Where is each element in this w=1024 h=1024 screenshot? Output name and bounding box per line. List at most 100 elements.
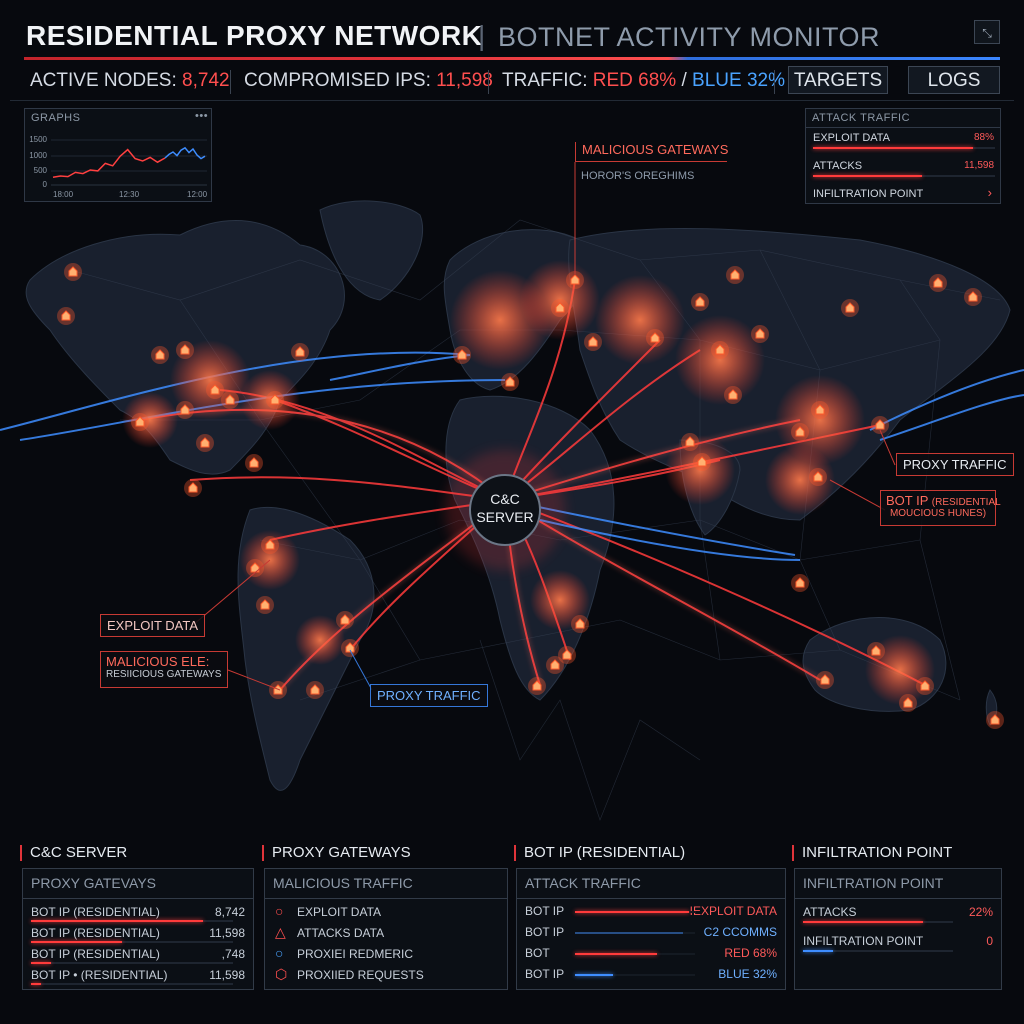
stat-divider: [230, 70, 231, 94]
attack-row-label: EXPLOIT DATA: [813, 132, 891, 144]
title-separator: |: [478, 20, 486, 51]
graph-red-series: [52, 148, 166, 178]
panel-divider: [23, 898, 253, 899]
panel-subheading: INFILTRATION POINT: [803, 875, 944, 891]
graph-y-tick: 1000: [29, 151, 47, 160]
panel-subheading: MALICIOUS TRAFFIC: [273, 875, 413, 891]
legend-marker-icon: △: [275, 924, 286, 940]
section-accent: [20, 845, 22, 861]
bot-ip-callout-line1: BOT IP (RESIDENTIAL: [886, 493, 1001, 508]
cc-server-heading: C&C SERVER: [30, 844, 128, 861]
proxy-gateways-heading: PROXY GATEWAYS: [272, 844, 411, 861]
bot-ip-row-value: 11,598: [209, 926, 245, 940]
traffic-slash: /: [681, 70, 687, 91]
page-subtitle: BOTNET ACTIVITY MONITOR: [498, 22, 881, 52]
bot-ip-row-fill: [31, 983, 42, 985]
proxy-traffic-label-right: PROXY TRAFFIC: [896, 453, 1014, 476]
active-nodes-value: 8,742: [182, 70, 230, 91]
section-accent: [792, 845, 794, 861]
section-accent: [514, 845, 516, 861]
malicious-traffic-panel: MALICIOUS TRAFFIC ○ EXPLOIT DATA △ ATTACKS …: [264, 868, 508, 990]
infiltration-row-track: [803, 950, 953, 952]
label-leaders-blue: [349, 649, 373, 691]
proxy-gatevays-panel: PROXY GATEVAYS BOT IP (RESIDENTIAL) 8,742…: [22, 868, 254, 990]
exploit-data-label: EXPLOIT DATA: [100, 614, 206, 637]
malicious-gateways-callout: MALICIOUS GATEWAYS: [575, 142, 728, 162]
traffic-label: TRAFFIC:: [502, 70, 588, 91]
logs-button[interactable]: LOGS: [908, 66, 1000, 94]
bot-ip-row-track: [31, 920, 233, 922]
chevron-right-icon[interactable]: ›: [988, 185, 992, 200]
proxy-traffic-label-bottom: PROXY TRAFFIC: [370, 684, 488, 707]
infiltration-row-fill: [803, 921, 923, 923]
graphs-chart: 1500 1000 500 0 18:00 12:30 12:00: [29, 135, 207, 199]
targets-button[interactable]: TARGETS: [788, 66, 888, 94]
panel-divider: [806, 127, 1000, 128]
bot-ip-row-fill: [31, 962, 52, 964]
bot-ip-callout-title: BOT IP: [886, 493, 929, 508]
traffic-stat: TRAFFIC: RED 68% / BLUE 32%: [502, 70, 785, 92]
bot-ip-row-label: BOT IP • (RESIDENTIAL): [31, 968, 168, 982]
infiltration-point-heading: INFILTRATION POINT: [802, 844, 953, 861]
bot-ip-row-label: BOT IP (RESIDENTIAL): [31, 905, 160, 919]
attack-row-value: BLUE 32%: [718, 967, 777, 981]
attack-row-label: ATTACKS: [813, 160, 863, 172]
attack-row-label: BOT IP: [525, 967, 565, 981]
attack-row-fill: [813, 175, 923, 177]
cc-label-line1: C&C: [490, 491, 520, 507]
bot-ip-row-value: ,748: [221, 947, 245, 961]
section-accent: [262, 845, 264, 861]
header: RESIDENTIAL PROXY NETWORK | BOTNET ACTIV…: [20, 14, 1010, 58]
compromised-ips-label: COMPROMISED IPS:: [244, 70, 431, 91]
attack-row-label: BOT: [525, 946, 550, 960]
attack-row-fill: [575, 932, 683, 934]
bot-ip-row-fill: [31, 920, 203, 922]
infiltration-row-value: 0: [986, 934, 993, 948]
panel-subheading: PROXY GATEVAYS: [31, 875, 157, 891]
legend-item-label: PROXIEI REDMERIC: [297, 947, 414, 961]
infiltration-row-value: 22%: [968, 905, 993, 919]
infiltration-row-label: INFILTRATION POINT: [803, 934, 924, 948]
attack-row-fill: [575, 911, 689, 913]
bot-ip-row-track: [31, 962, 233, 964]
expand-icon[interactable]: ⤡: [974, 20, 1000, 44]
legend-marker-icon: ○: [275, 945, 284, 961]
attack-row-track: [575, 911, 695, 913]
panel-divider: [795, 898, 1001, 899]
legend-marker-icon: ⬡: [275, 966, 288, 982]
world-map: C&C SERVER: [0, 162, 1024, 821]
infiltration-row-label: ATTACKS: [803, 905, 857, 919]
attack-row-value: IEXPLOIT DATA: [689, 904, 777, 918]
legend-item-label: PROXIIED REQUESTS: [297, 968, 424, 982]
legend-item-label: EXPLOIT DATA: [297, 905, 382, 919]
panel-divider: [265, 898, 507, 899]
attack-traffic-panel: ATTACK TRAFFIC EXPLOIT DATA 88% ATTACKS …: [805, 108, 1001, 204]
stat-divider: [774, 70, 775, 94]
bot-ip-row-label: BOT IP (RESIDENTIAL): [31, 947, 160, 961]
panel-subheading: ATTACK TRAFFIC: [525, 875, 641, 891]
active-nodes-stat: ACTIVE NODES: 8,742: [30, 70, 230, 92]
attack-row-value: C2 CCOMMS: [703, 925, 777, 939]
attack-traffic-title: ATTACK TRAFFIC: [812, 112, 911, 124]
malicious-ele-label: MALICIOUS ELE:: [106, 654, 210, 669]
attack-row-label: BOT IP: [525, 904, 565, 918]
attack-row-label: INFILTRATION POINT: [813, 188, 924, 200]
graph-y-tick: 500: [34, 166, 48, 175]
traffic-red-value: RED 68%: [592, 70, 677, 91]
attack-row-fill: [813, 147, 974, 149]
attack-row-value: 11,598: [964, 160, 994, 171]
attack-row-value: RED 68%: [724, 946, 777, 960]
infiltration-row-track: [803, 921, 953, 923]
attack-row-track: [575, 953, 695, 955]
bot-ip-row-value: 8,742: [214, 905, 245, 919]
bot-ip-row-track: [31, 983, 233, 985]
attack-row-fill: [575, 953, 657, 955]
graph-x-tick: 12:30: [119, 190, 140, 199]
attack-row-track: [813, 175, 995, 177]
infiltration-row-fill: [803, 950, 833, 952]
title-rule: [24, 57, 1000, 60]
panel-divider: [517, 898, 785, 899]
bot-ip-callout: BOT IP (RESIDENTIAL MOUCIOUS HUNES): [880, 490, 1001, 526]
attack-row-fill: [575, 974, 614, 976]
cc-label-line2: SERVER: [476, 509, 533, 525]
